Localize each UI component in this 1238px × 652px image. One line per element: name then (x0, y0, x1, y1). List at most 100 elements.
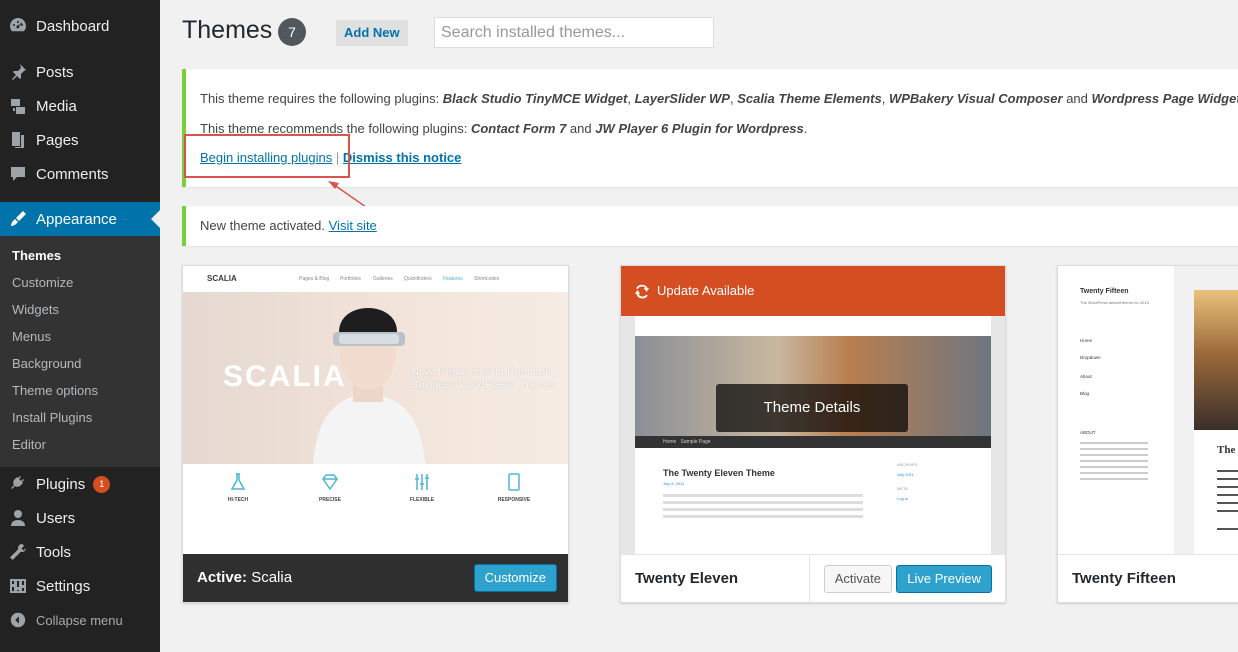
post-title: The Twenty Eleven Theme (663, 468, 775, 478)
live-preview-button[interactable]: Live Preview (896, 565, 992, 593)
theme-card-twenty-fifteen[interactable]: Twenty Fifteen The WordPress default the… (1057, 265, 1238, 603)
users-icon (0, 508, 36, 528)
theme-screenshot: Home Sample Page The Twenty Eleven Theme… (621, 266, 1005, 554)
plugin-update-badge: 1 (93, 475, 111, 493)
appearance-submenu: Themes Customize Widgets Menus Backgroun… (0, 236, 160, 467)
submenu-menus[interactable]: Menus (12, 327, 51, 347)
site-title: Twenty Fifteen (1080, 288, 1129, 295)
twenty-eleven-page: Home Sample Page The Twenty Eleven Theme… (635, 316, 991, 554)
featured-image (1194, 290, 1238, 430)
menu-label: Comments (36, 165, 109, 183)
archive-item: July 2011 (897, 472, 914, 477)
submenu-editor[interactable]: Editor (12, 435, 46, 455)
scalia-nav: SCALIA Pages & Blog Portfolios Galleries… (183, 266, 568, 292)
tablet-icon (469, 472, 559, 494)
visit-site-link[interactable]: Visit site (329, 218, 377, 233)
menu-item-pages[interactable]: Pages (0, 123, 160, 157)
activated-text: New theme activated. Visit site (200, 218, 377, 233)
theme-card-twenty-eleven[interactable]: Home Sample Page The Twenty Eleven Theme… (620, 265, 1006, 603)
submenu-widgets[interactable]: Widgets (12, 300, 59, 320)
annotation-highlight-box (184, 134, 350, 178)
theme-activated-notice: New theme activated. Visit site (182, 206, 1238, 246)
menu-label: Dashboard (36, 17, 110, 35)
scalia-nav-item: Features (443, 276, 463, 282)
menu-item-users[interactable]: Users (0, 501, 160, 535)
theme-screenshot: Twenty Fifteen The WordPress default the… (1058, 266, 1238, 554)
menu-item: Home (1080, 338, 1093, 343)
menu-label: Settings (36, 577, 91, 595)
twenty-fifteen-sidebar: Twenty Fifteen The WordPress default the… (1058, 266, 1174, 554)
twenty-eleven-nav: Home Sample Page (635, 436, 991, 448)
menu-item-tools[interactable]: Tools (0, 535, 160, 569)
bar-divider (809, 555, 810, 602)
theme-count-badge: 7 (278, 18, 306, 46)
activate-button[interactable]: Activate (823, 565, 892, 593)
feature-title: FLEXIBLE (409, 497, 435, 503)
about-heading: ABOUT (1080, 430, 1096, 435)
menu-label: Media (36, 97, 77, 115)
add-new-button[interactable]: Add New (336, 20, 408, 46)
post-text-lines (663, 494, 863, 497)
menu-item-posts[interactable]: Posts (0, 55, 160, 89)
meta-heading: META (897, 486, 908, 491)
pin-icon (0, 62, 36, 82)
active-theme-name: Scalia (251, 569, 293, 586)
menu-item-media[interactable]: Media (0, 89, 160, 123)
menu-item-dashboard[interactable]: Dashboard (0, 9, 160, 43)
required-plugins-text: This theme requires the following plugin… (200, 91, 1238, 106)
submenu-background[interactable]: Background (12, 354, 81, 374)
diamond-icon (285, 472, 375, 494)
menu-label: Plugins (36, 475, 86, 493)
submenu-theme-options[interactable]: Theme options (12, 381, 98, 401)
post-text-lines (1217, 470, 1238, 472)
archives-heading: ARCHIVES (897, 462, 918, 467)
menu-item-settings[interactable]: Settings (0, 569, 160, 603)
meta-item: Log in (897, 496, 908, 501)
search-themes-input[interactable] (434, 17, 714, 48)
menu-item-plugins[interactable]: Plugins 1 (0, 467, 160, 501)
refresh-icon (634, 284, 650, 299)
post-date: July 8, 2011 (663, 481, 685, 486)
scalia-hero-word: SCALIA (223, 360, 347, 393)
theme-bar: Twenty Eleven Activate Live Preview (621, 554, 1005, 602)
theme-name: Twenty Fifteen (1072, 570, 1176, 587)
theme-card-scalia[interactable]: SCALIA Pages & Blog Portfolios Galleries… (182, 265, 569, 603)
submenu-customize[interactable]: Customize (12, 273, 73, 293)
menu-item: Dropdown (1080, 355, 1101, 360)
site-description: The WordPress default theme for 2015. (1080, 300, 1150, 305)
feature-responsive: RESPONSIVE (469, 472, 559, 505)
scalia-nav-item: Portfolios (340, 276, 361, 282)
menu-item: Blog (1080, 391, 1090, 396)
wrench-icon (0, 542, 36, 562)
collapse-menu-button[interactable]: Collapse menu (0, 603, 160, 637)
collapse-icon (0, 611, 36, 629)
feature-precise: PRECISE (285, 472, 375, 505)
post-card: The (1194, 430, 1238, 554)
menu-item-appearance[interactable]: Appearance (0, 202, 160, 236)
comment-icon (0, 164, 36, 184)
theme-name: Active: Scalia (197, 569, 292, 586)
theme-screenshot: SCALIA Pages & Blog Portfolios Galleries… (183, 266, 568, 554)
theme-bar: Twenty Fifteen (1058, 554, 1238, 602)
theme-name: Twenty Eleven (635, 570, 739, 587)
theme-bar: Active: Scalia Customize (183, 554, 568, 602)
dismiss-notice-link[interactable]: Dismiss this notice (343, 150, 461, 165)
feature-title: HI-TECH (227, 497, 249, 503)
submenu-themes[interactable]: Themes (12, 246, 61, 266)
menu-label: Posts (36, 63, 74, 81)
scalia-nav-item: Quickfinders (404, 276, 432, 282)
customize-button[interactable]: Customize (473, 564, 557, 592)
submenu-install-plugins[interactable]: Install Plugins (12, 408, 92, 428)
menu-label: Appearance (36, 210, 117, 228)
settings-icon (0, 576, 36, 596)
menu-item-comments[interactable]: Comments (0, 157, 160, 191)
scalia-nav-item: Pages & Blog (299, 276, 330, 282)
theme-details-overlay[interactable]: Theme Details (716, 384, 908, 432)
dashboard-icon (0, 16, 36, 36)
update-available-banner[interactable]: Update Available (621, 266, 1005, 316)
tagline-line: Business WordPress Themes (411, 379, 556, 391)
feature-flexible: FLEXIBLE (377, 472, 467, 505)
nav-item: Sample Page (680, 439, 711, 445)
feature-title: PRECISE (319, 497, 341, 503)
collapse-label: Collapse menu (36, 612, 123, 628)
